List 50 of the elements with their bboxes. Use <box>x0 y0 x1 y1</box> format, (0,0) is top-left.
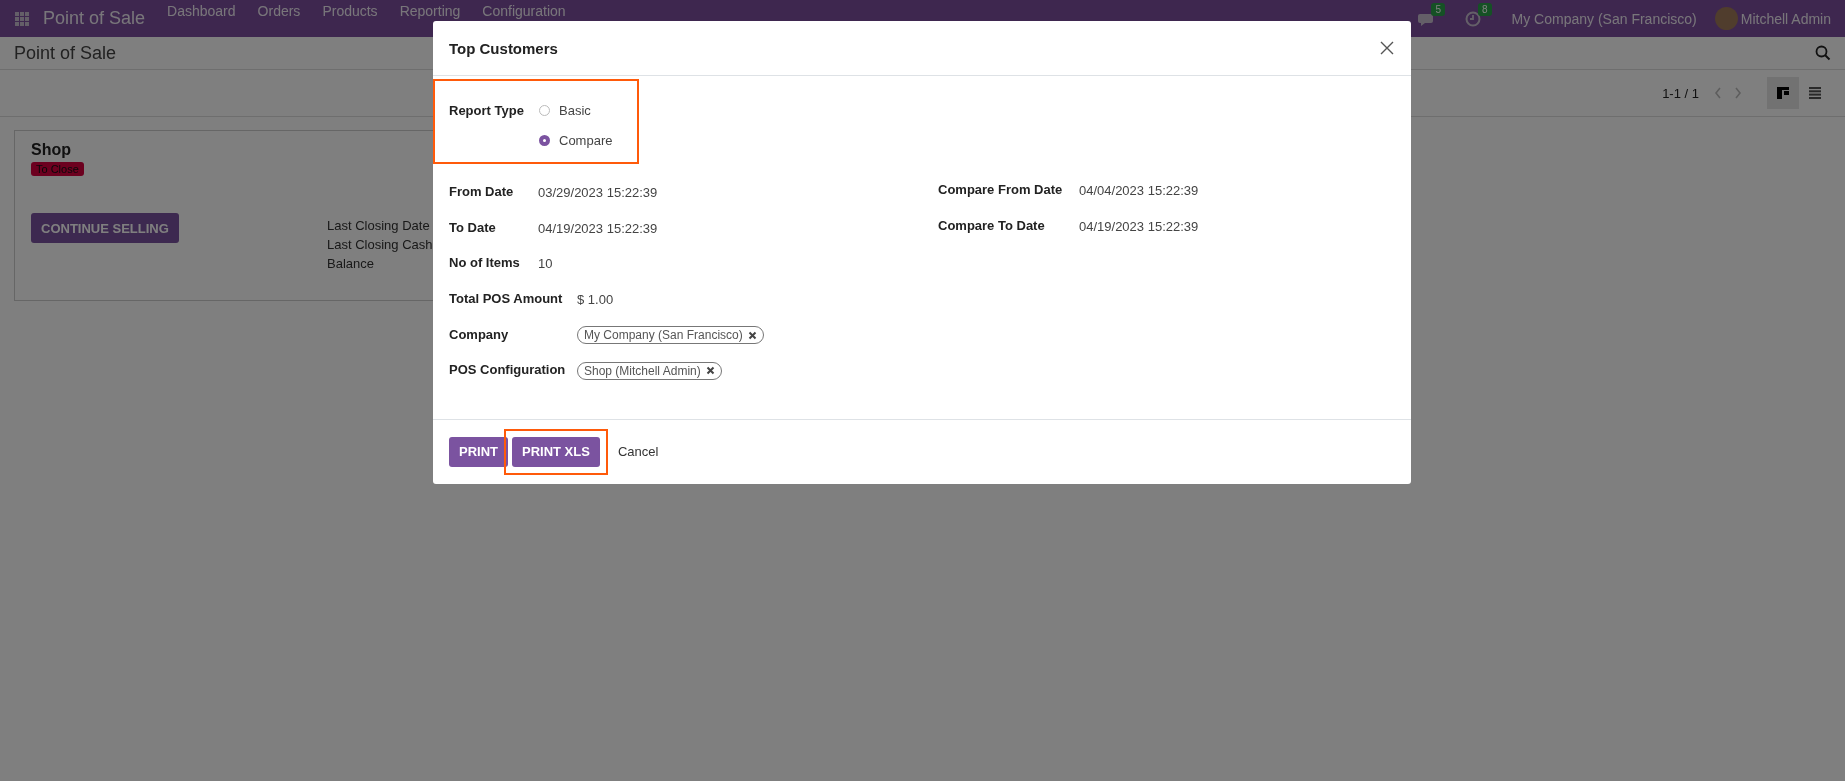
app-title[interactable]: Point of Sale <box>43 8 146 29</box>
tag-label: My Company (San Francisco) <box>584 328 743 343</box>
kanban-icon <box>1777 87 1789 99</box>
field-label: To Date <box>449 218 497 237</box>
user-name[interactable]: Mitchell Admin <box>1740 10 1831 27</box>
card-title: Shop <box>31 141 72 159</box>
menu-item[interactable]: Configuration <box>482 0 566 19</box>
field-value: $ 1.00 <box>577 291 615 310</box>
option-label[interactable]: Basic <box>559 102 591 118</box>
field-value: 04/04/2023 15:22:39 <box>1079 182 1199 201</box>
apps-menu-icon[interactable] <box>15 11 29 26</box>
info-label: Last Closing Cash Balance <box>327 236 434 273</box>
page-title: Point of Sale <box>14 42 117 64</box>
count-badge: 8 <box>1478 2 1492 16</box>
remove-icon[interactable] <box>747 330 757 340</box>
print-button[interactable]: PRINT <box>449 436 508 467</box>
field-label: Compare From Date <box>938 181 1064 200</box>
continue-selling-button[interactable]: CONTINUE SELLING <box>31 213 179 243</box>
field-value: 04/19/2023 15:22:39 <box>1079 217 1199 236</box>
dialog-title: Top Customers <box>449 39 558 57</box>
menu-item[interactable]: Reporting <box>399 0 461 19</box>
field-label: POS Configuration <box>449 361 567 380</box>
field-label: Company <box>449 325 510 344</box>
info-label: Last Closing Date <box>327 217 431 235</box>
tag-label: Shop (Mitchell Admin) <box>584 363 701 378</box>
option-label[interactable]: Compare <box>559 132 613 148</box>
search-icon[interactable] <box>1815 45 1831 61</box>
count-badge: 5 <box>1431 2 1445 16</box>
print-button[interactable]: PRINT XLS <box>512 436 600 467</box>
field-label: Total POS Amount <box>449 290 564 309</box>
field-value: 10 <box>538 255 554 274</box>
cancel-button[interactable]: Cancel <box>611 436 665 467</box>
close-icon[interactable] <box>1380 41 1394 55</box>
menu-item[interactable]: Orders <box>257 0 301 19</box>
field-label: Compare To Date <box>938 216 1046 235</box>
field-label: From Date <box>449 183 515 202</box>
kanban-view-button[interactable] <box>1767 77 1799 109</box>
remove-icon[interactable] <box>705 366 715 376</box>
status-badge: To Close <box>31 162 84 176</box>
menu-item[interactable]: Products <box>322 0 378 19</box>
menu-item[interactable]: Dashboard <box>167 0 236 19</box>
company-switcher[interactable]: My Company (San Francisco) <box>1511 10 1697 27</box>
field-value: 03/29/2023 15:22:39 <box>538 184 659 203</box>
radio-button[interactable] <box>539 134 550 146</box>
list-icon <box>1809 87 1821 99</box>
pager-value: 1-1 / 1 <box>1662 85 1699 101</box>
field-value: 04/19/2023 15:22:39 <box>538 219 659 238</box>
field-label: Report Type <box>449 101 525 120</box>
field-label: No of Items <box>449 254 521 273</box>
clock-icon[interactable] <box>1465 10 1481 27</box>
